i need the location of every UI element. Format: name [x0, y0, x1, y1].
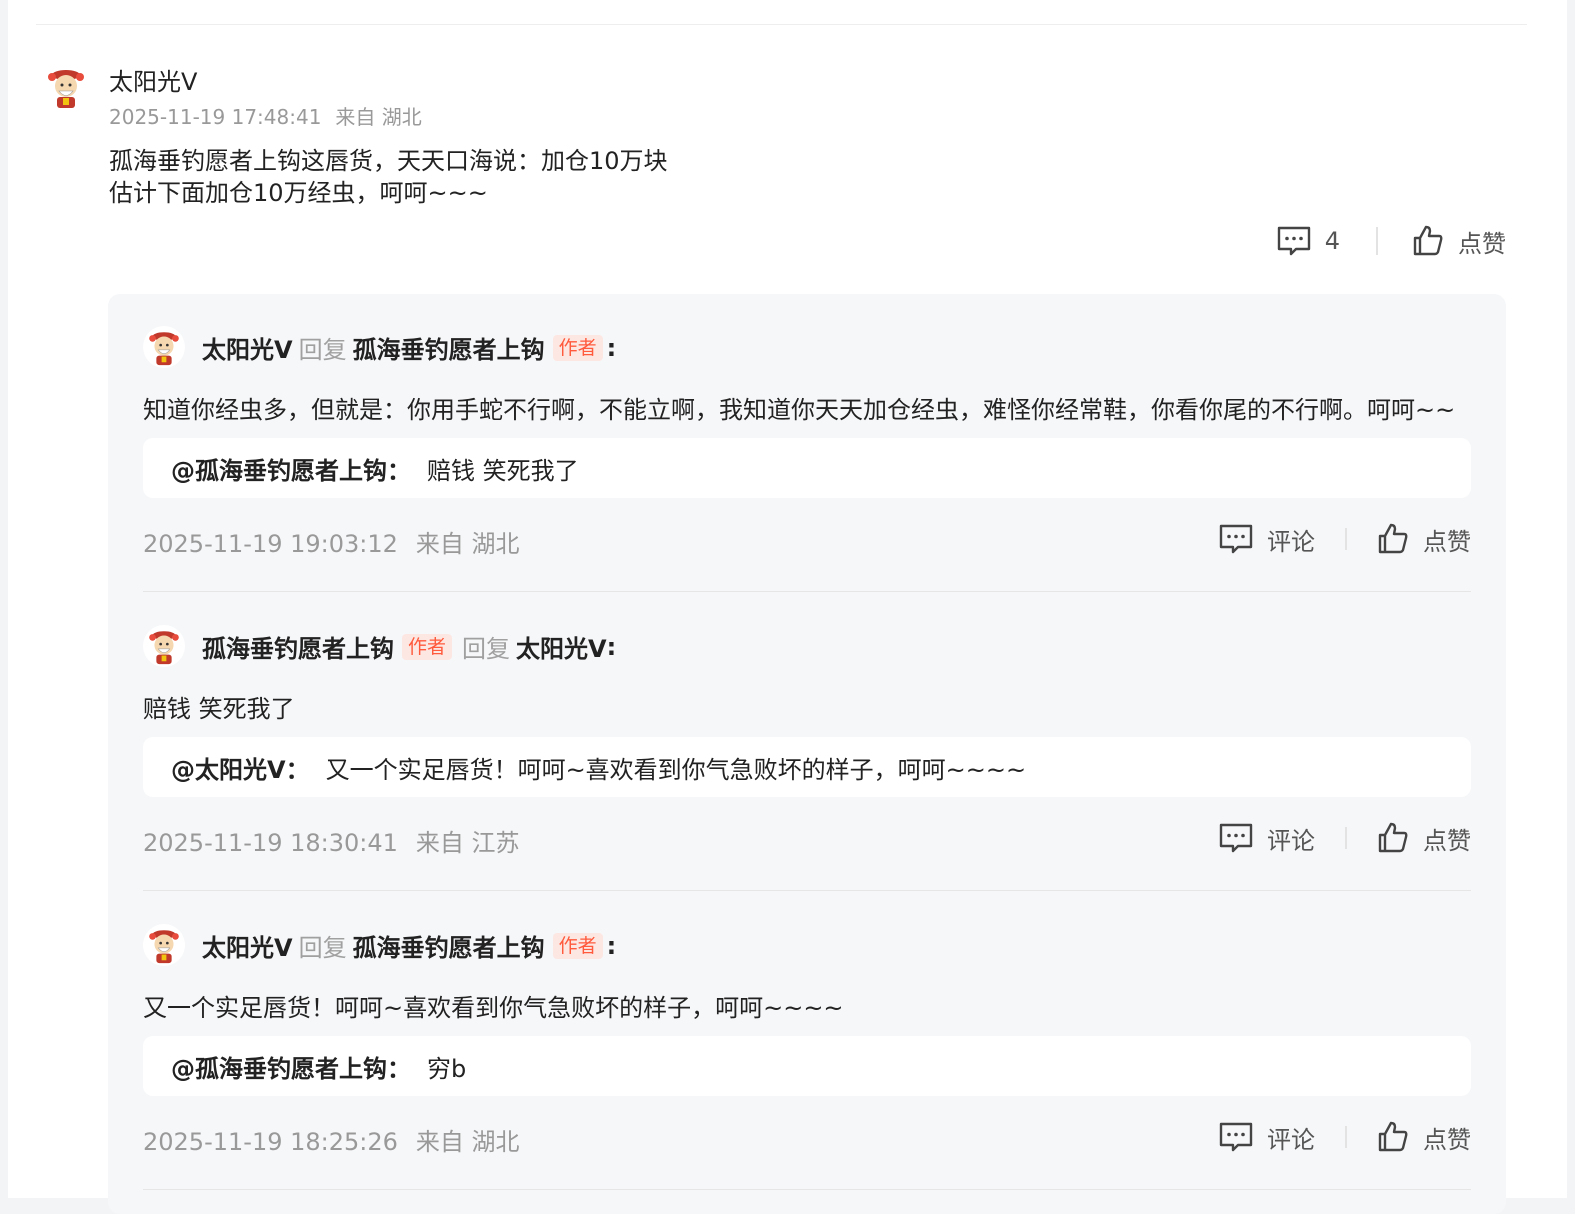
reply-avatar[interactable] — [143, 326, 185, 368]
avatar-icon — [149, 332, 179, 366]
comment-text: 孤海垂钓愿者上钩这唇货，天天口海说：加仓10万块 估计下面加仓10万经虫，呵呵~… — [109, 145, 668, 209]
quoted-text: 赔钱 笑死我了 — [427, 456, 579, 485]
reply-meta: 2025-11-19 18:25:26 来自 湖北 — [143, 1122, 520, 1157]
reply-actions: 评论 点赞 — [1219, 820, 1471, 856]
quoted-reply[interactable]: @太阳光V： 又一个实足唇货！呵呵~喜欢看到你气急败坏的样子，呵呵~~~~ — [143, 737, 1471, 797]
quoted-text: 又一个实足唇货！呵呵~喜欢看到你气急败坏的样子，呵呵~~~~ — [325, 755, 1027, 784]
reply-location: 来自 湖北 — [415, 1128, 520, 1156]
reply-to-user[interactable]: 太阳光V — [516, 629, 607, 664]
avatar-icon — [48, 70, 84, 108]
quoted-text: 穷b — [427, 1054, 467, 1083]
reply-location: 来自 湖北 — [415, 530, 520, 558]
comment-page: 太阳光V 2025-11-19 17:48:41 来自 湖北 孤海垂钓愿者上钩这唇… — [8, 0, 1567, 1214]
comment-text-line: 孤海垂钓愿者上钩这唇货，天天口海说：加仓10万块 — [109, 147, 668, 175]
like-button[interactable]: 点赞 — [1377, 821, 1471, 856]
comment-icon — [1219, 524, 1253, 554]
action-separator — [1345, 827, 1347, 849]
reply-word: 回复 — [298, 336, 347, 364]
quoted-colon: ： — [285, 755, 310, 784]
reply-from-user[interactable]: 孤海垂钓愿者上钩 — [202, 629, 394, 664]
reply-from-user[interactable]: 太阳光V — [202, 330, 293, 365]
reply-word: 回复 — [298, 934, 347, 962]
like-button[interactable]: 点赞 — [1377, 1120, 1471, 1155]
reply-item: 孤海垂钓愿者上钩 作者 回复 太阳光V : 赔钱 笑死我了 @太阳光V： 又一个实… — [143, 593, 1471, 891]
reply-text: 又一个实足唇货！呵呵~喜欢看到你气急败坏的样子，呵呵~~~~ — [143, 994, 844, 1022]
reply-item: 太阳光V 回复 孤海垂钓愿者上钩 作者 : 又一个实足唇货！呵呵~喜欢看到你气急… — [143, 892, 1471, 1190]
comment-text-line: 估计下面加仓10万经虫，呵呵~~~ — [109, 179, 488, 207]
quoted-user: @孤海垂钓愿者上钩 — [171, 1054, 387, 1083]
reply-actions: 评论 点赞 — [1219, 1119, 1471, 1155]
like-label: 点赞 — [1423, 826, 1471, 855]
quoted-colon: ： — [387, 456, 411, 485]
reply-count: 4 — [1324, 227, 1340, 255]
thumb-up-icon — [1378, 822, 1408, 853]
reply-count-button[interactable]: 4 — [1277, 226, 1340, 256]
reply-from-user[interactable]: 太阳光V — [202, 928, 293, 963]
action-separator — [1345, 528, 1347, 550]
reply-avatar[interactable] — [143, 924, 185, 966]
reply-divider — [143, 890, 1471, 891]
reply-word: 回复 — [462, 635, 511, 663]
reply-header: 孤海垂钓愿者上钩 作者 回复 太阳光V : — [202, 629, 616, 664]
quoted-user: @太阳光V — [171, 755, 286, 784]
like-label: 点赞 — [1423, 527, 1471, 556]
thumb-up-icon — [1378, 1121, 1408, 1152]
reply-meta: 2025-11-19 19:03:12 来自 湖北 — [143, 524, 520, 559]
top-divider — [36, 24, 1527, 25]
avatar-icon — [149, 930, 179, 964]
comment-button[interactable]: 评论 — [1219, 821, 1315, 856]
reply-to-user[interactable]: 孤海垂钓愿者上钩 — [353, 330, 545, 365]
quoted-user: @孤海垂钓愿者上钩 — [171, 456, 387, 485]
reply-header: 太阳光V 回复 孤海垂钓愿者上钩 作者 : — [202, 330, 616, 365]
comment-location: 来自 湖北 — [335, 105, 422, 129]
quoted-colon: ： — [387, 1054, 411, 1083]
reply-header-colon: : — [606, 931, 617, 960]
like-label: 点赞 — [1423, 1125, 1471, 1154]
quoted-reply[interactable]: @孤海垂钓愿者上钩： 赔钱 笑死我了 — [143, 438, 1471, 498]
comment-timestamp: 2025-11-19 17:48:41 — [109, 105, 322, 129]
reply-avatar[interactable] — [143, 625, 185, 667]
reply-to-user[interactable]: 孤海垂钓愿者上钩 — [353, 928, 545, 963]
reply-text: 知道你经虫多，但就是：你用手蛇不行啊，不能立啊，我知道你天天加仓经虫，难怪你经常… — [143, 396, 1456, 424]
avatar-icon — [149, 631, 179, 665]
comment-icon — [1219, 823, 1253, 853]
comment-icon — [1277, 226, 1310, 256]
author-badge: 作者 — [402, 633, 453, 660]
reply-item: 太阳光V 回复 孤海垂钓愿者上钩 作者 : 知道你经虫多，但就是：你用手蛇不行啊… — [143, 294, 1471, 592]
like-button[interactable]: 点赞 — [1377, 522, 1471, 557]
action-separator — [1376, 227, 1378, 255]
thumb-up-icon — [1378, 523, 1408, 554]
reply-divider — [143, 1189, 1471, 1190]
reply-divider — [143, 591, 1471, 592]
reply-header-colon: : — [606, 333, 617, 362]
comment-username[interactable]: 太阳光V — [109, 62, 197, 97]
quoted-reply[interactable]: @孤海垂钓愿者上钩： 穷b — [143, 1036, 1471, 1096]
reply-header: 太阳光V 回复 孤海垂钓愿者上钩 作者 : — [202, 928, 616, 963]
comment-icon — [1219, 1122, 1253, 1152]
comment-button[interactable]: 评论 — [1219, 522, 1315, 557]
comment-label: 评论 — [1267, 527, 1315, 556]
reply-timestamp: 2025-11-19 18:30:41 — [143, 829, 398, 857]
comment-actions: 4 点赞 — [1277, 224, 1506, 258]
comment-button[interactable]: 评论 — [1219, 1120, 1315, 1155]
reply-actions: 评论 点赞 — [1219, 521, 1471, 557]
comment-meta: 2025-11-19 17:48:41 来自 湖北 — [109, 101, 422, 130]
like-label: 点赞 — [1458, 229, 1506, 258]
reply-header-colon: : — [606, 632, 617, 661]
reply-location: 来自 江苏 — [415, 829, 520, 857]
user-avatar[interactable] — [44, 66, 88, 110]
replies-panel: 太阳光V 回复 孤海垂钓愿者上钩 作者 : 知道你经虫多，但就是：你用手蛇不行啊… — [108, 294, 1506, 1214]
comment-label: 评论 — [1267, 826, 1315, 855]
comment-label: 评论 — [1267, 1125, 1315, 1154]
like-button[interactable]: 点赞 — [1412, 224, 1506, 259]
reply-timestamp: 2025-11-19 18:25:26 — [143, 1128, 398, 1156]
reply-timestamp: 2025-11-19 19:03:12 — [143, 530, 398, 558]
action-separator — [1345, 1126, 1347, 1148]
author-badge: 作者 — [552, 932, 603, 959]
reply-meta: 2025-11-19 18:30:41 来自 江苏 — [143, 823, 520, 858]
reply-text: 赔钱 笑死我了 — [143, 695, 295, 723]
thumb-up-icon — [1413, 225, 1443, 256]
author-badge: 作者 — [552, 334, 603, 361]
